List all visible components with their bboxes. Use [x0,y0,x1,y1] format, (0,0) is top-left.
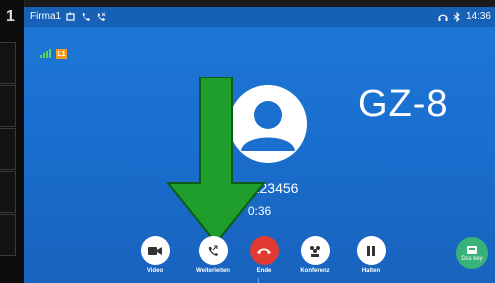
video-label: Video [146,268,164,274]
call-forward-icon [198,236,228,265]
drag-handle: ⁝ [257,277,260,283]
signal-icon [40,45,52,63]
line-key[interactable] [0,42,16,84]
hold-button[interactable]: Halten [341,236,401,274]
device-bezel: 1 [0,0,25,283]
line-key[interactable] [0,171,16,213]
line-key[interactable] [0,128,16,170]
line-status: L1 [40,45,67,63]
phone-screen: Firma1 14:36 L1 0:36 GZ-8 Video Weiterle… [24,7,495,283]
hold-label: Halten [361,268,381,274]
conference-button[interactable]: Konferenz [285,236,345,274]
line-key[interactable] [0,85,16,127]
line-key[interactable] [0,214,16,256]
headset-icon [438,12,448,22]
clock: 14:36 [465,11,491,22]
conference-label: Konferenz [300,268,330,274]
line-badge: L1 [56,49,67,59]
account-name: Firma1 [30,11,62,22]
line-key-number: 1 [6,8,15,25]
overlay-label: GZ-8 [358,83,449,125]
phone-status-icon [81,12,91,22]
dss-key-label: Dss key [461,255,483,262]
missed-call-status-icon [96,12,106,22]
call-forward-status-icon [66,11,76,22]
video-button[interactable]: Video [125,236,185,274]
status-bar: Firma1 14:36 [24,7,495,27]
bluetooth-icon [453,11,461,22]
dss-key-icon [467,245,477,254]
down-arrow-annotation [166,77,266,245]
end-call-icon [249,236,279,265]
dss-key-button[interactable]: Dss key [456,237,488,269]
conference-icon [300,236,330,265]
video-icon [140,236,170,265]
pause-icon [356,236,386,265]
